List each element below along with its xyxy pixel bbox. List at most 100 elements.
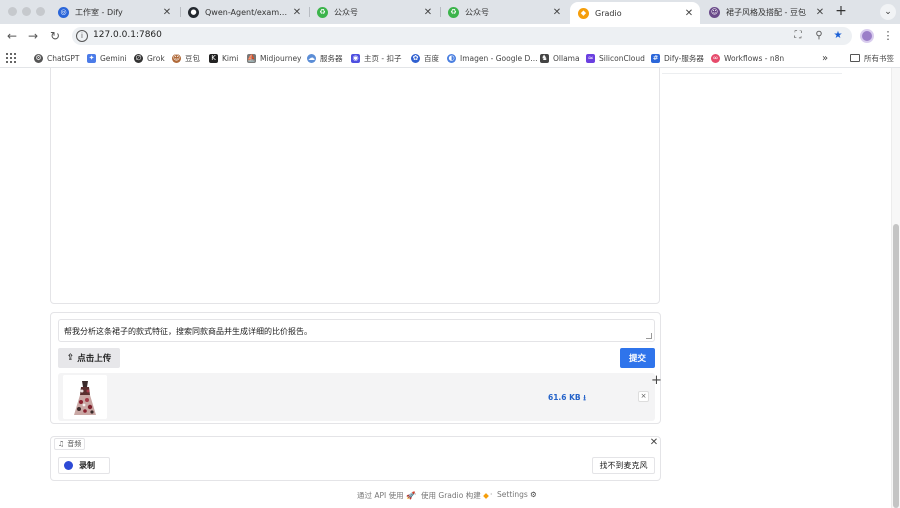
audio-block-label: ♫ 音频 <box>54 438 86 450</box>
site-info-icon[interactable]: i <box>76 30 88 42</box>
profile-avatar[interactable] <box>860 29 874 43</box>
reload-icon[interactable]: ↻ <box>47 28 63 44</box>
submit-button[interactable]: 提交 <box>620 348 655 368</box>
record-button[interactable]: 录制 <box>58 457 110 474</box>
bookmark-midjourney[interactable]: ⛵ Midjourney <box>247 52 302 64</box>
tab-doubao[interactable]: ☺ 裙子风格及搭配 - 豆包 ✕ <box>701 2 831 22</box>
forward-arrow-icon[interactable]: → <box>25 28 41 44</box>
tab-qwen-agent[interactable]: ● Qwen-Agent/examples/co ✕ <box>180 2 308 22</box>
bookmark-kimi[interactable]: K Kimi <box>209 52 238 64</box>
tab-dify[interactable]: ◎ 工作室 - Dify ✕ <box>50 2 178 22</box>
bookmark-siliconcloud[interactable]: ≈ SiliconCloud <box>586 52 645 64</box>
bookmarks-overflow-icon[interactable]: » <box>822 52 828 64</box>
bookmark-n8n[interactable]: ∞ Workflows - n8n <box>711 52 784 64</box>
record-dot-icon <box>64 461 73 470</box>
bookmark-label: Imagen - Google D... <box>460 53 538 63</box>
folder-icon <box>850 54 860 62</box>
google-deepmind-icon: ◐ <box>447 53 456 63</box>
url-text[interactable]: 127.0.0.1:7860 <box>93 30 162 40</box>
record-label: 录制 <box>79 461 95 470</box>
chatbot-panel <box>50 68 660 304</box>
bookmark-imagen[interactable]: ◐ Imagen - Google D... <box>447 52 537 64</box>
audio-panel: ♫ 音频 ✕ 录制 找不到麦克风 <box>50 436 661 481</box>
page-scrollbar-thumb[interactable] <box>893 224 899 508</box>
bookmark-label: 豆包 <box>185 53 200 63</box>
wechat-mp-icon: ♻ <box>448 6 459 18</box>
bookmark-dify-server[interactable]: # Dify-服务器 <box>651 52 704 64</box>
doubao-icon: ☺ <box>709 6 720 18</box>
built-with-gradio-link[interactable]: 使用 Gradio 构建 ◆ <box>421 490 489 501</box>
browser-menu-icon[interactable]: ⋮ <box>882 28 894 44</box>
tab-close-icon[interactable]: ✕ <box>815 7 825 18</box>
baidu-icon: ✿ <box>411 53 420 63</box>
built-link-text: 使用 Gradio 构建 <box>421 491 481 500</box>
tab-close-icon[interactable]: ✕ <box>684 8 694 19</box>
footer-separator: · <box>414 490 417 499</box>
doubao-icon: ☺ <box>172 53 181 63</box>
bookmark-label: Grok <box>147 53 165 63</box>
upload-icon: ⇪ <box>66 353 75 363</box>
zoom-icon[interactable]: ⚲ <box>813 30 825 42</box>
bookmark-doubao[interactable]: ☺ 豆包 <box>172 52 200 64</box>
bookmark-gemini[interactable]: ✦ Gemini <box>87 52 127 64</box>
settings-link-text: Settings <box>497 490 528 499</box>
music-note-icon: ♫ <box>58 440 65 448</box>
all-bookmarks-folder[interactable]: 所有书签 <box>850 52 894 64</box>
dify-icon: # <box>651 53 660 63</box>
dress-thumbnail[interactable] <box>63 375 107 419</box>
apps-grid-icon[interactable] <box>6 53 16 63</box>
footer-separator: · <box>490 490 493 499</box>
coze-icon: ◉ <box>351 53 360 63</box>
audio-clear-icon[interactable]: ✕ <box>649 438 659 448</box>
back-arrow-icon[interactable]: ← <box>4 28 20 44</box>
bookmark-label: Midjourney <box>260 53 302 63</box>
message-textarea[interactable]: 帮我分析这条裙子的款式特征，搜索同款商品并生成详细的比价报告。 <box>58 319 655 342</box>
bookmark-label: Workflows - n8n <box>724 53 785 63</box>
page-viewport: 帮我分析这条裙子的款式特征，搜索同款商品并生成详细的比价报告。 ⇪ 点击上传 提… <box>0 68 900 508</box>
tab-strip: ◎ 工作室 - Dify ✕ ● Qwen-Agent/examples/co … <box>0 0 900 24</box>
bookmark-label: Gemini <box>100 53 127 63</box>
tab-search-chevron-icon[interactable]: ⌄ <box>880 4 896 20</box>
bookmark-grok[interactable]: ∅ Grok <box>134 52 165 64</box>
window-minimize-control[interactable] <box>22 7 31 16</box>
tab-title: 公众号 <box>334 7 358 17</box>
tab-gradio[interactable]: ◆ Gradio ✕ <box>570 2 700 24</box>
window-zoom-control[interactable] <box>36 7 45 16</box>
gradio-icon: ◆ <box>578 7 589 19</box>
add-icon[interactable]: + <box>651 374 662 387</box>
new-tab-button[interactable]: + <box>834 3 848 19</box>
cloud-icon: ☁ <box>307 53 316 63</box>
chatgpt-icon: ⚙ <box>34 53 43 63</box>
tab-close-icon[interactable]: ✕ <box>423 7 433 18</box>
window-close-control[interactable] <box>8 7 17 16</box>
tab-close-icon[interactable]: ✕ <box>292 7 302 18</box>
bookmark-label: SiliconCloud <box>599 53 645 63</box>
tab-wechat-mp-1[interactable]: ♻ 公众号 ✕ <box>309 2 439 22</box>
tab-title: 裙子风格及搭配 - 豆包 <box>726 7 806 17</box>
file-size-download-link[interactable]: 61.6 KB ⭳ <box>548 392 586 405</box>
bookmark-star-icon[interactable]: ★ <box>832 30 844 42</box>
page-footer: 通过 API 使用 🚀 · 使用 Gradio 构建 ◆ · Settings … <box>0 489 900 501</box>
upload-button[interactable]: ⇪ 点击上传 <box>58 348 120 368</box>
bookmark-chatgpt[interactable]: ⚙ ChatGPT <box>34 52 79 64</box>
kimi-icon: K <box>209 53 218 63</box>
siliconcloud-icon: ≈ <box>586 53 595 63</box>
microphone-select-button[interactable]: 找不到麦克风 <box>592 457 655 474</box>
translate-icon[interactable]: ⛶ <box>792 30 804 42</box>
tab-wechat-mp-2[interactable]: ♻ 公众号 ✕ <box>440 2 568 22</box>
resize-handle-icon[interactable] <box>646 333 652 339</box>
upload-label: 点击上传 <box>77 354 112 364</box>
address-bar[interactable]: i 127.0.0.1:7860 ⛶ ⚲ ★ <box>72 27 852 45</box>
settings-link[interactable]: Settings ⚙ <box>497 490 537 499</box>
bookmark-baidu[interactable]: ✿ 百度 <box>411 52 439 64</box>
remove-file-icon[interactable]: × <box>638 391 649 402</box>
bookmark-label: Dify-服务器 <box>664 53 704 63</box>
dify-icon: ◎ <box>58 6 69 18</box>
bookmark-coze[interactable]: ◉ 主页 - 扣子 <box>351 52 401 64</box>
bookmark-ollama[interactable]: ♞ Ollama <box>540 52 580 64</box>
tab-close-icon[interactable]: ✕ <box>162 7 172 18</box>
tab-close-icon[interactable]: ✕ <box>552 7 562 18</box>
all-bookmarks-label: 所有书签 <box>864 53 894 63</box>
use-via-api-link[interactable]: 通过 API 使用 🚀 <box>357 490 415 501</box>
bookmark-server[interactable]: ☁ 服务器 <box>307 52 343 64</box>
